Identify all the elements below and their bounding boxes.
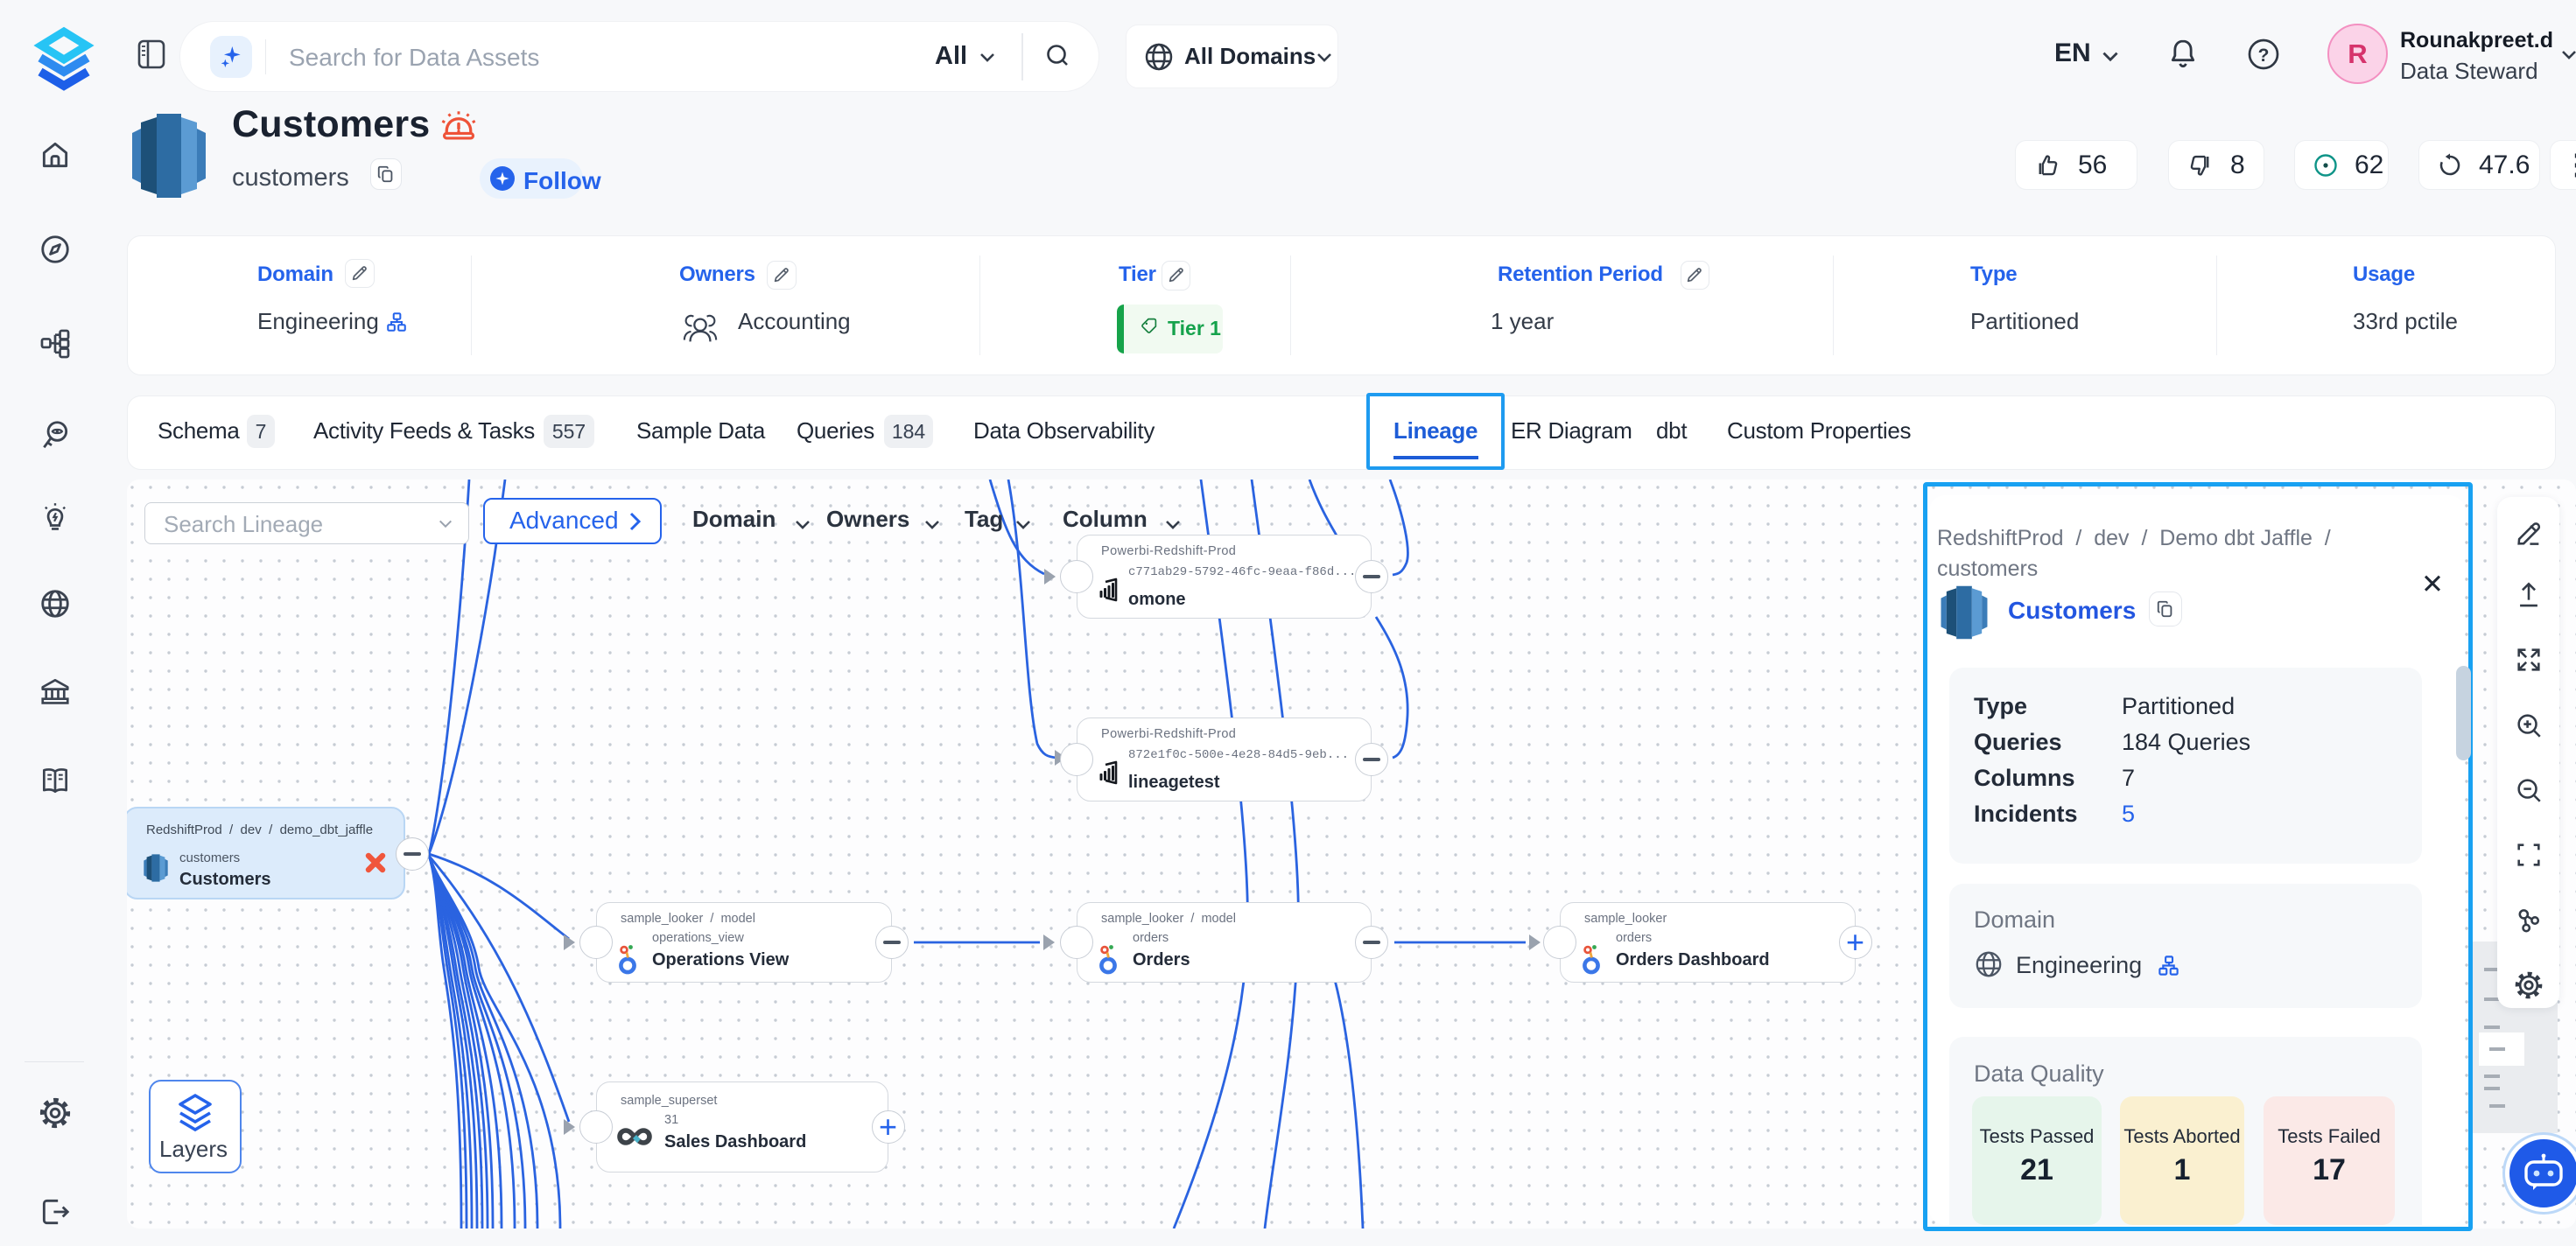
svg-text:?: ? <box>2258 46 2270 66</box>
